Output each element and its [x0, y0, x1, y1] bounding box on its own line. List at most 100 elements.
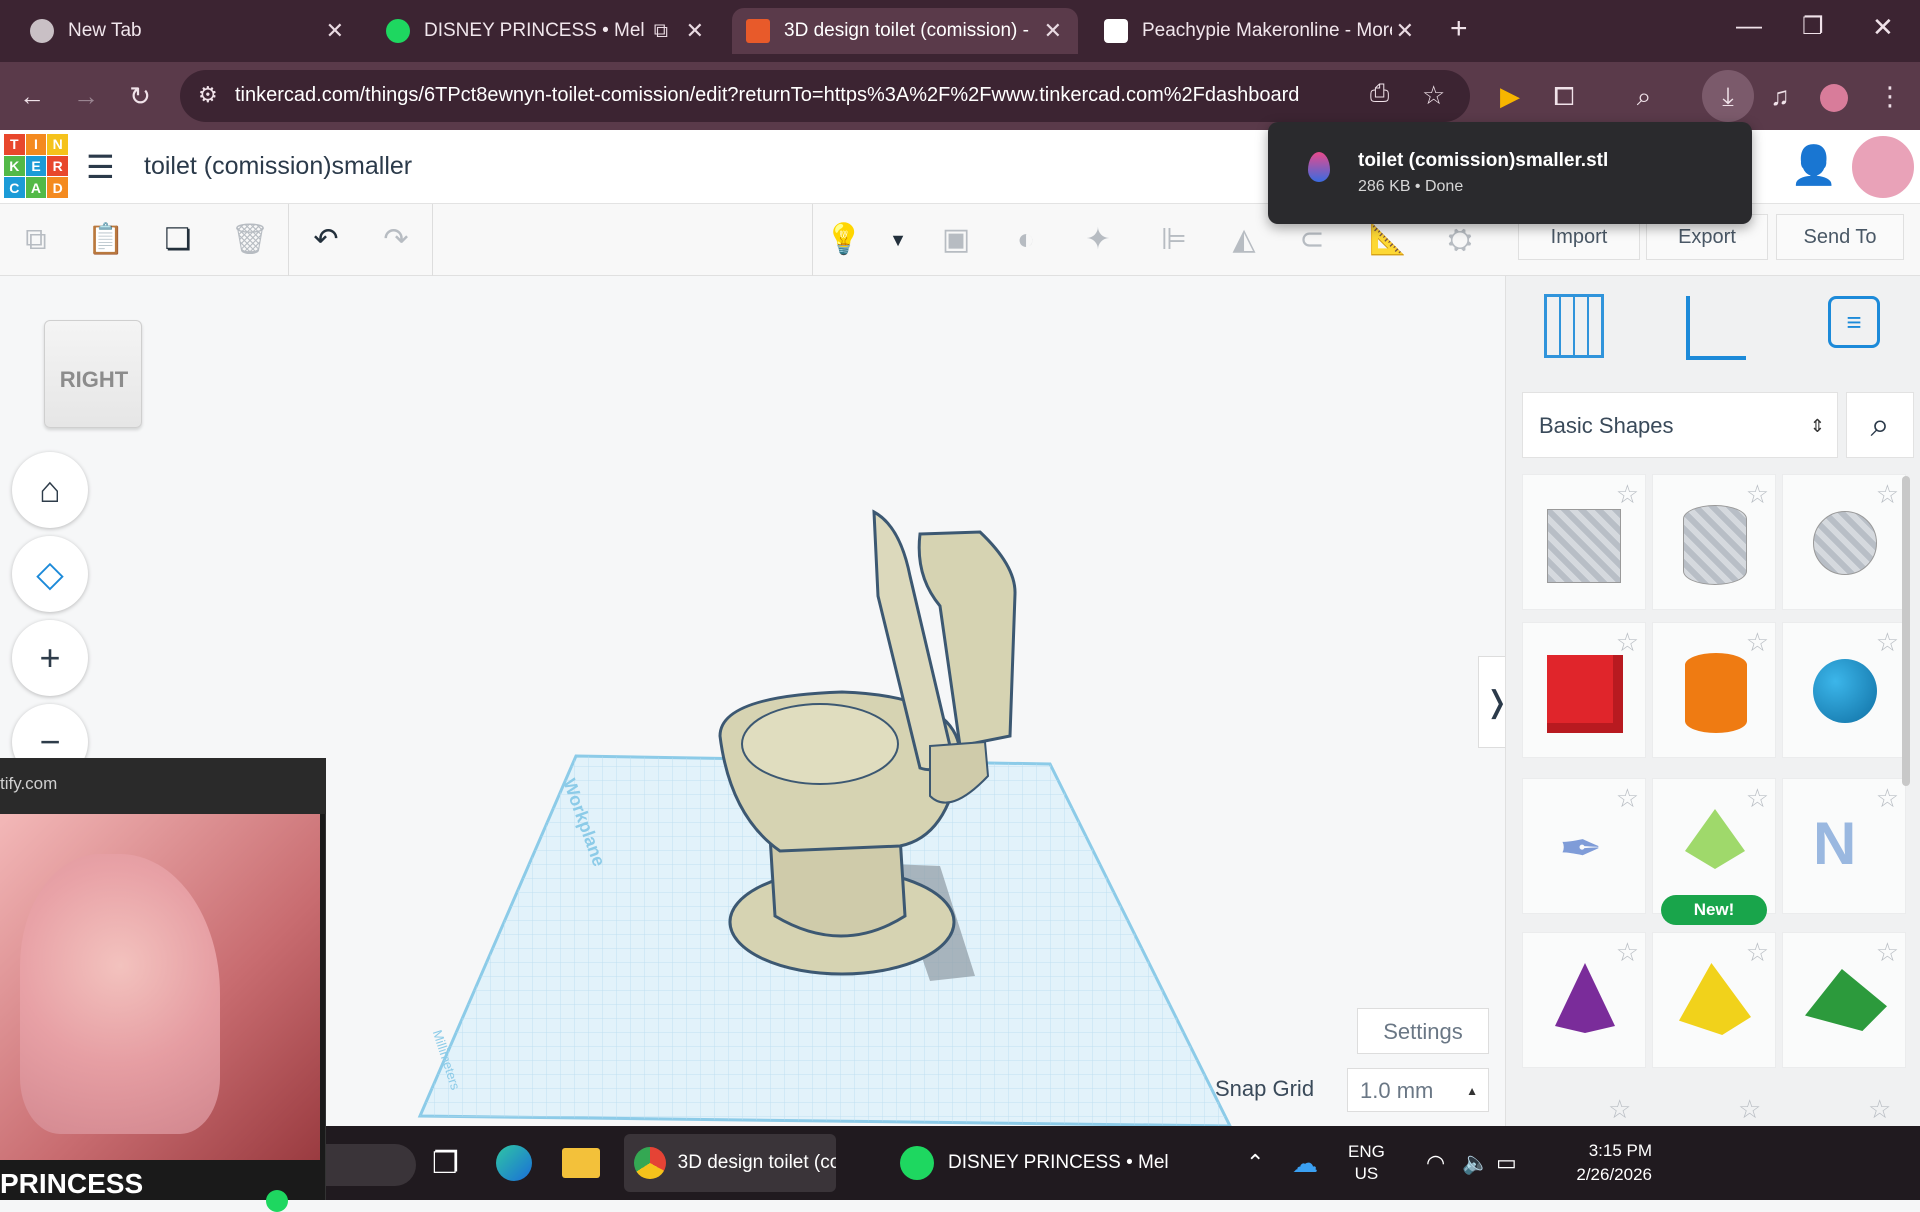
- extensions-icon[interactable]: ⧠: [1544, 76, 1584, 116]
- forward-icon[interactable]: →: [66, 76, 106, 116]
- favorite-star-icon[interactable]: ☆: [1616, 479, 1639, 510]
- mini-player-track: PRINCESS: [0, 1168, 144, 1199]
- duplicate-icon[interactable]: ❏: [156, 218, 200, 262]
- favorite-star-icon[interactable]: ☆: [1876, 479, 1899, 510]
- taskbar-search[interactable]: [326, 1144, 416, 1186]
- cruise-icon[interactable]: ✦: [1076, 218, 1120, 262]
- light-bulb-icon[interactable]: 💡: [822, 218, 866, 262]
- back-icon[interactable]: ←: [12, 76, 52, 116]
- close-icon[interactable]: ✕: [326, 18, 344, 44]
- media-control-icon[interactable]: ♫: [1760, 76, 1800, 116]
- send-to-button[interactable]: Send To: [1776, 214, 1904, 260]
- tab-search-icon[interactable]: ⌕: [1624, 76, 1664, 116]
- favorite-star-icon[interactable]: ☆: [1876, 783, 1899, 814]
- shape-roof[interactable]: ☆: [1782, 932, 1906, 1068]
- reload-icon[interactable]: ↻: [120, 76, 160, 116]
- shape-pyramid[interactable]: ☆: [1652, 932, 1776, 1068]
- download-filename[interactable]: toilet (comission)smaller.stl: [1358, 150, 1608, 172]
- profile-avatar-icon[interactable]: [1814, 76, 1854, 116]
- favorite-star-icon[interactable]: ☆: [1746, 783, 1769, 814]
- add-user-icon[interactable]: 👤: [1790, 144, 1837, 188]
- favorite-star-icon[interactable]: ☆: [1868, 1094, 1914, 1125]
- restore-icon[interactable]: ❐: [1802, 12, 1824, 41]
- site-info-icon[interactable]: ⚙: [198, 82, 218, 108]
- ruler-icon[interactable]: 📐: [1366, 218, 1410, 262]
- onedrive-cloud-icon[interactable]: ☁: [1292, 1134, 1318, 1192]
- chevron-up-icon[interactable]: ⌃: [1246, 1134, 1264, 1192]
- workplane-tool-icon[interactable]: ⛭: [1438, 218, 1482, 262]
- settings-button[interactable]: Settings: [1357, 1008, 1489, 1054]
- wifi-icon[interactable]: ◠: [1426, 1134, 1445, 1192]
- favorite-star-icon[interactable]: ☆: [1876, 627, 1899, 658]
- delete-icon[interactable]: 🗑: [228, 218, 272, 262]
- favorite-star-icon[interactable]: ☆: [1746, 627, 1769, 658]
- ungroup-icon[interactable]: ◐: [1004, 218, 1048, 262]
- favorite-star-icon[interactable]: ☆: [1616, 783, 1639, 814]
- shape-cylinder-hole[interactable]: ☆: [1652, 474, 1776, 610]
- tinkercad-logo[interactable]: T I N K E R C A D: [4, 134, 68, 198]
- bookmark-star-icon[interactable]: ☆: [1422, 80, 1445, 111]
- chevron-down-icon[interactable]: ▼: [876, 218, 920, 262]
- shape-cylinder[interactable]: ☆: [1652, 622, 1776, 758]
- edge-icon[interactable]: [496, 1134, 532, 1192]
- favorite-star-icon[interactable]: ☆: [1746, 479, 1769, 510]
- shape-scribble[interactable]: ☆ ✒: [1522, 778, 1646, 914]
- tab-tinkercad[interactable]: 3D design toilet (comission) - Ti ✕: [732, 8, 1078, 54]
- undo-icon[interactable]: ↶: [304, 218, 348, 262]
- picture-in-picture-icon[interactable]: ⧉: [654, 20, 668, 43]
- window-close-icon[interactable]: ✕: [1872, 12, 1894, 43]
- magnet-icon[interactable]: ⊂: [1290, 218, 1334, 262]
- shape-spinning-top[interactable]: ☆ New!: [1652, 778, 1776, 925]
- workplane-icon[interactable]: [1544, 294, 1604, 358]
- taskbar-spotify[interactable]: DISNEY PRINCESS • Mel: [900, 1134, 1169, 1192]
- volume-icon[interactable]: 🔈: [1462, 1134, 1489, 1192]
- mirror-icon[interactable]: ◭: [1222, 218, 1266, 262]
- favorite-star-icon[interactable]: ☆: [1616, 937, 1639, 968]
- ruler-tool-icon[interactable]: [1686, 296, 1746, 360]
- shape-box[interactable]: ☆: [1522, 622, 1646, 758]
- notes-icon[interactable]: ≡: [1828, 296, 1880, 348]
- tab-new-tab[interactable]: New Tab ✕: [16, 8, 360, 54]
- favorite-star-icon[interactable]: ☆: [1876, 937, 1899, 968]
- install-app-icon[interactable]: ⎙: [1370, 80, 1389, 108]
- snap-grid-select[interactable]: 1.0 mm ▲: [1347, 1068, 1489, 1112]
- new-tab-button[interactable]: +: [1450, 12, 1468, 46]
- copy-icon[interactable]: ⧉: [14, 218, 58, 262]
- shape-text[interactable]: ☆ N: [1782, 778, 1906, 914]
- shapes-category-select[interactable]: Basic Shapes ⇕: [1522, 392, 1838, 458]
- paste-icon[interactable]: 📋: [84, 218, 128, 262]
- shape-cone[interactable]: ☆: [1522, 932, 1646, 1068]
- address-bar[interactable]: ⚙ tinkercad.com/things/6TPct8ewnyn-toile…: [180, 70, 1470, 122]
- panel-scrollbar[interactable]: [1902, 476, 1910, 786]
- user-avatar[interactable]: [1850, 134, 1916, 200]
- taskbar-chrome[interactable]: 3D design toilet (comiss: [624, 1134, 836, 1192]
- minimize-icon[interactable]: —: [1736, 10, 1762, 41]
- task-view-icon[interactable]: ❐: [432, 1134, 459, 1192]
- clock[interactable]: 3:15 PM 2/26/2026: [1552, 1134, 1652, 1192]
- shape-box-hole[interactable]: ☆: [1522, 474, 1646, 610]
- panel-toggle-chevron-icon[interactable]: ❭: [1478, 656, 1505, 748]
- align-icon[interactable]: ⊫: [1152, 218, 1196, 262]
- spotify-mini-player[interactable]: tify.com PRINCESS: [0, 758, 326, 1212]
- redo-icon[interactable]: ↷: [374, 218, 418, 262]
- file-explorer-icon[interactable]: [562, 1134, 600, 1192]
- download-bubble[interactable]: toilet (comission)smaller.stl 286 KB • D…: [1268, 122, 1752, 224]
- downloads-icon[interactable]: ⤓: [1702, 70, 1754, 122]
- search-icon[interactable]: ⌕: [1846, 392, 1914, 458]
- shape-sphere[interactable]: ☆: [1782, 622, 1906, 758]
- close-icon[interactable]: ✕: [686, 18, 704, 44]
- extension-play-icon[interactable]: ▶: [1490, 76, 1530, 116]
- menu-icon[interactable]: ⋮: [1870, 76, 1910, 116]
- close-icon[interactable]: ✕: [1044, 18, 1062, 44]
- language-indicator[interactable]: ENG US: [1348, 1134, 1385, 1192]
- design-list-icon[interactable]: ☰: [86, 148, 115, 186]
- battery-icon[interactable]: ▭: [1496, 1134, 1517, 1192]
- design-title[interactable]: toilet (comission)smaller: [144, 152, 412, 181]
- shape-sphere-hole[interactable]: ☆: [1782, 474, 1906, 610]
- close-icon[interactable]: ✕: [1396, 18, 1414, 44]
- tab-spotify[interactable]: DISNEY PRINCESS • Melanie ⧉ ✕: [372, 8, 720, 54]
- favorite-star-icon[interactable]: ☆: [1746, 937, 1769, 968]
- favorite-star-icon[interactable]: ☆: [1616, 627, 1639, 658]
- group-icon[interactable]: ▣: [934, 218, 978, 262]
- tab-makeronline[interactable]: Peachypie Makeronline - More ✕: [1090, 8, 1430, 54]
